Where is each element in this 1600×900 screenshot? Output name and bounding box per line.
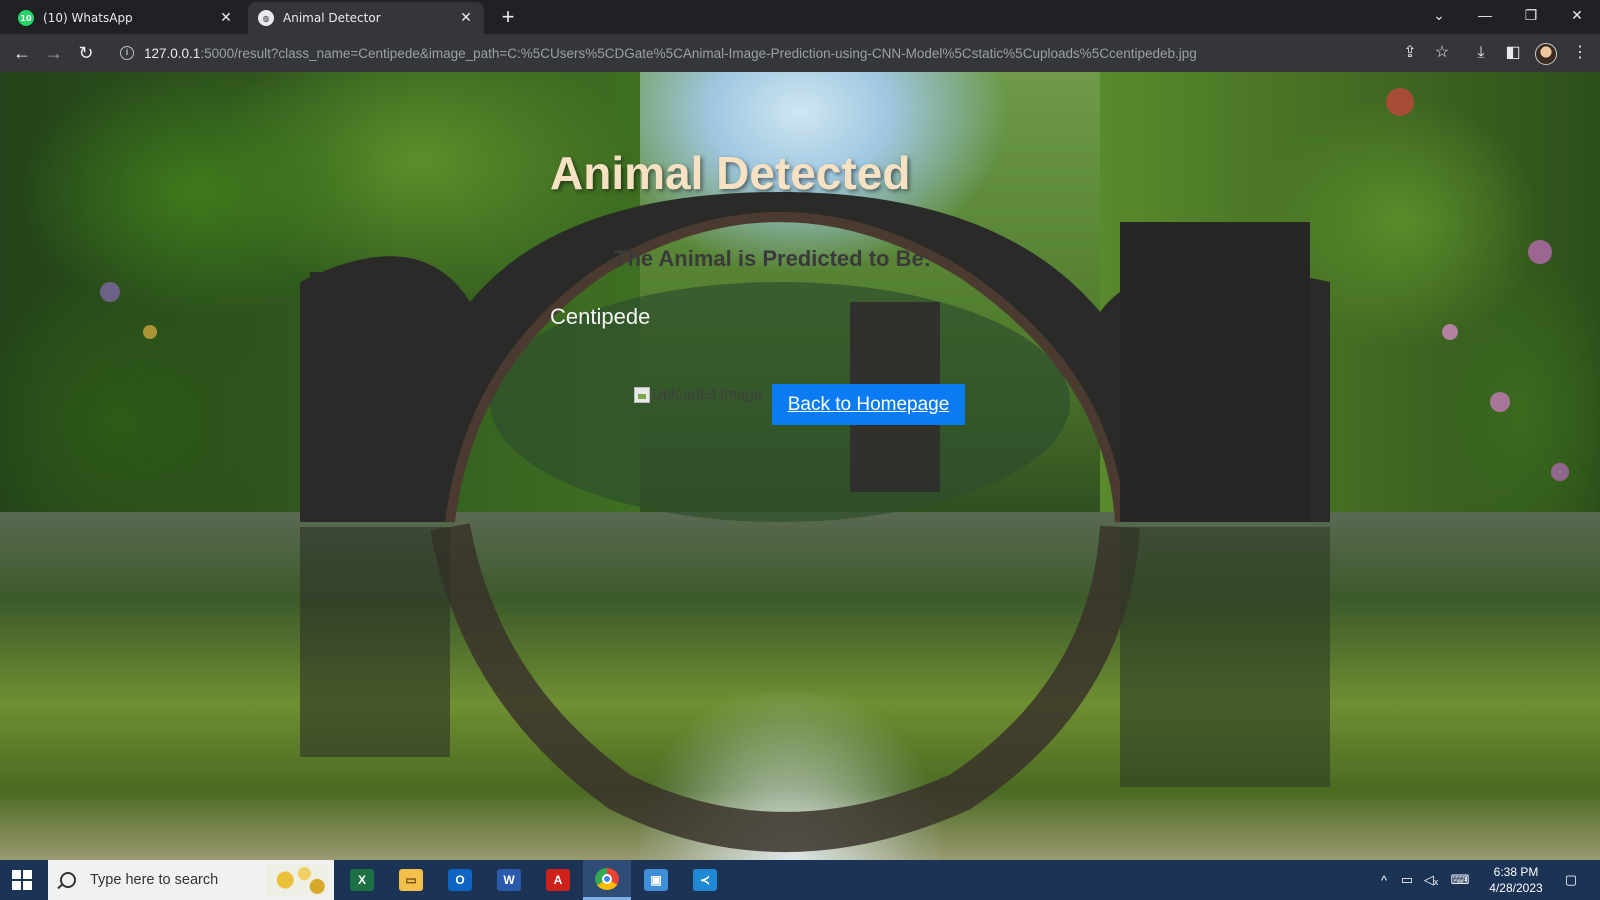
remote-desktop-icon[interactable]: ▣ bbox=[632, 860, 680, 900]
search-icon bbox=[60, 872, 76, 888]
taskbar-search-input[interactable]: Type here to search bbox=[48, 860, 334, 900]
whatsapp-icon: 10 bbox=[18, 10, 34, 26]
tab-whatsapp[interactable]: 10 (10) WhatsApp ✕ bbox=[8, 2, 244, 34]
globe-icon: ◍ bbox=[258, 10, 274, 26]
address-bar[interactable]: i 127.0.0.1:5000/result?class_name=Centi… bbox=[110, 37, 1450, 69]
download-icon[interactable]: ⤓ bbox=[1469, 41, 1493, 65]
browser-toolbar: ← → ↻ i 127.0.0.1:5000/result?class_name… bbox=[0, 34, 1600, 72]
uploaded-image: Uploaded Image bbox=[634, 386, 762, 403]
clock-time: 6:38 PM bbox=[1493, 865, 1539, 879]
profile-avatar[interactable] bbox=[1535, 43, 1557, 65]
minimize-button[interactable]: — bbox=[1462, 0, 1508, 30]
close-icon[interactable]: ✕ bbox=[458, 10, 474, 26]
volume-muted-icon[interactable]: ◁ₓ bbox=[1420, 860, 1442, 900]
close-window-button[interactable]: ✕ bbox=[1554, 0, 1600, 30]
back-to-homepage-button[interactable]: Back to Homepage bbox=[772, 384, 965, 425]
side-panel-icon[interactable]: ◧ bbox=[1501, 41, 1525, 65]
windows-start-icon[interactable] bbox=[12, 870, 32, 890]
menu-icon[interactable]: ⋮ bbox=[1568, 41, 1592, 65]
keyboard-icon[interactable]: ⌨ bbox=[1446, 860, 1474, 900]
notification-icon[interactable]: ▢ bbox=[1556, 860, 1586, 900]
tab-title: (10) WhatsApp bbox=[43, 11, 133, 25]
prediction-value: Centipede bbox=[550, 304, 651, 329]
prediction-label: The Animal is Predicted to Be: bbox=[614, 246, 932, 271]
url-text[interactable]: 127.0.0.1:5000/result?class_name=Centipe… bbox=[144, 46, 1197, 61]
close-icon[interactable]: ✕ bbox=[218, 10, 234, 26]
page-title: Animal Detected bbox=[550, 147, 911, 199]
excel-icon[interactable]: X bbox=[338, 860, 386, 900]
search-placeholder: Type here to search bbox=[90, 872, 219, 888]
file-explorer-icon[interactable]: ▭ bbox=[387, 860, 435, 900]
acrobat-icon[interactable]: A bbox=[534, 860, 582, 900]
system-clock[interactable]: 6:38 PM 4/28/2023 bbox=[1486, 864, 1546, 896]
vscode-icon[interactable]: ≺ bbox=[681, 860, 729, 900]
word-icon[interactable]: W bbox=[485, 860, 533, 900]
forward-icon[interactable]: → bbox=[42, 41, 66, 65]
image-alt-text: Uploaded Image bbox=[652, 386, 763, 403]
restore-button[interactable]: ❐ bbox=[1508, 0, 1554, 30]
taskbar: Type here to search X ▭ O W A ▣ ≺ ^ ▭ ◁ₓ… bbox=[0, 860, 1600, 900]
back-icon[interactable]: ← bbox=[10, 41, 34, 65]
network-icon[interactable]: ▭ bbox=[1396, 860, 1418, 900]
tab-search-icon[interactable]: ⌄ bbox=[1416, 0, 1462, 30]
bookmark-star-icon[interactable]: ☆ bbox=[1430, 41, 1454, 65]
reload-icon[interactable]: ↻ bbox=[74, 41, 98, 65]
broken-image-icon bbox=[634, 386, 650, 403]
tab-animal-detector[interactable]: ◍ Animal Detector ✕ bbox=[248, 2, 484, 34]
share-icon[interactable]: ⇪ bbox=[1398, 41, 1422, 65]
tab-strip: 10 (10) WhatsApp ✕ ◍ Animal Detector ✕ +… bbox=[0, 0, 1600, 34]
tab-title: Animal Detector bbox=[283, 11, 381, 25]
search-highlight-image bbox=[266, 864, 330, 896]
outlook-icon[interactable]: O bbox=[436, 860, 484, 900]
site-info-icon[interactable]: i bbox=[120, 46, 134, 60]
new-tab-button[interactable]: + bbox=[496, 6, 520, 30]
chevron-up-icon[interactable]: ^ bbox=[1374, 860, 1394, 900]
page-viewport: Animal Detected The Animal is Predicted … bbox=[0, 72, 1600, 860]
clock-date: 4/28/2023 bbox=[1489, 881, 1543, 895]
chrome-icon[interactable] bbox=[583, 860, 631, 900]
